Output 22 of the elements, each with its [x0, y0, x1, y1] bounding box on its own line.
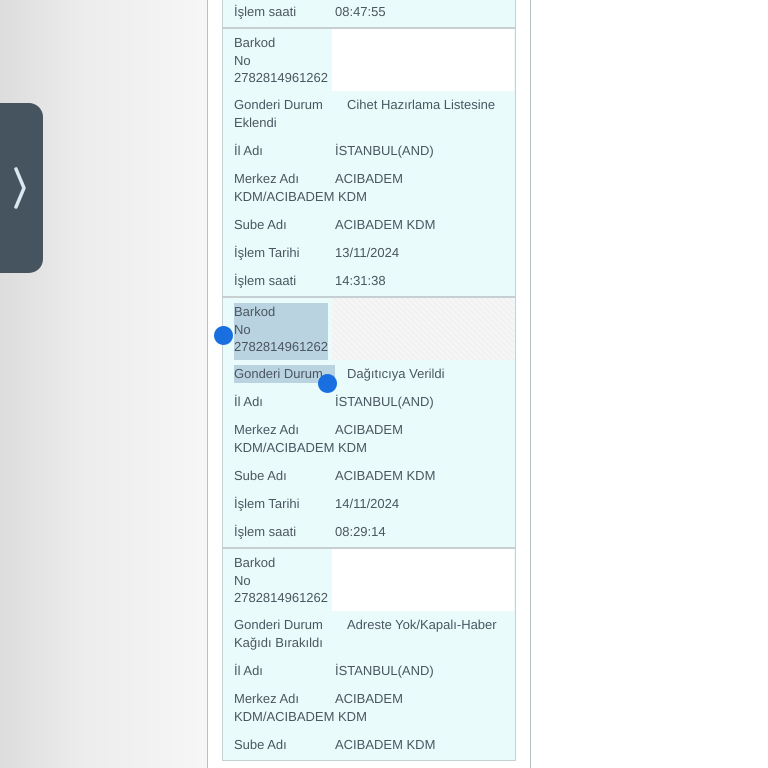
field-text: Merkez Adı ACIBADEM KDM/ACIBADEM KDM	[234, 690, 404, 726]
field-text: Gonderi Durum Adreste Yok/Kapalı-Haber Kağıdı Bırakıldı	[234, 616, 498, 652]
field-text: Gonderi Durum Cihet Hazırlama Listesine Eklendi	[234, 96, 496, 132]
field-label: Barkod No 2782814961262	[234, 34, 328, 87]
field-text: Sube Adı ACIBADEM KDM	[234, 736, 436, 754]
field-label: Barkod No 2782814961262	[234, 303, 328, 360]
field-text: İşlem Tarihi 14/11/2024	[234, 495, 400, 513]
field-text: İşlem saati 08:29:14	[234, 523, 387, 541]
field-text: Merkez Adı ACIBADEM KDM/ACIBADEM KDM	[234, 421, 404, 457]
field-text: İşlem saati 14:31:38	[234, 272, 387, 290]
field-label: Barkod No 2782814961262	[234, 554, 328, 607]
field-text: Merkez Adı ACIBADEM KDM/ACIBADEM KDM	[234, 170, 404, 206]
field-text: İşlem Tarihi 13/11/2024	[234, 244, 400, 262]
field-text: İşlem saati 08:47:55	[234, 3, 387, 21]
field-text: Gonderi Durum Dağıtıcıya Verildi	[234, 365, 446, 383]
field-text: Sube Adı ACIBADEM KDM	[234, 467, 436, 485]
field-text: İl Adı İSTANBUL(AND)	[234, 662, 435, 680]
field-text: Sube Adı ACIBADEM KDM	[234, 216, 436, 234]
field-text: İl Adı İSTANBUL(AND)	[234, 142, 435, 160]
selection-handle[interactable]	[214, 326, 233, 345]
field-text: İl Adı İSTANBUL(AND)	[234, 393, 435, 411]
chevron-right-icon	[13, 166, 27, 210]
